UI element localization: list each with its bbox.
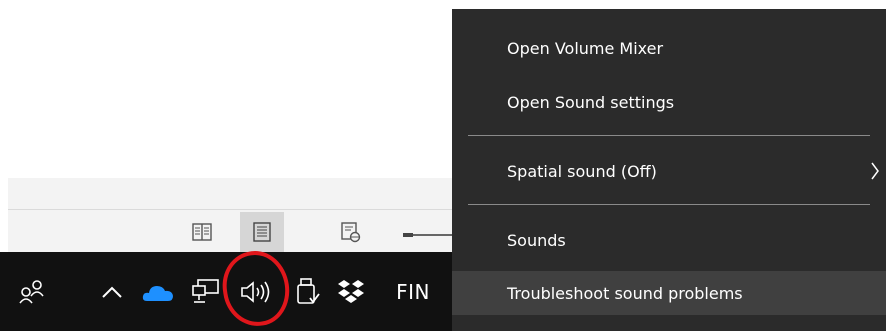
- show-hidden-icons-button[interactable]: [96, 274, 128, 310]
- language-code: FIN: [396, 280, 430, 304]
- menu-item-open-volume-mixer[interactable]: Open Volume Mixer: [452, 26, 886, 70]
- dropbox-button[interactable]: [334, 274, 368, 310]
- onedrive-cloud-icon: [142, 286, 173, 301]
- volume-button[interactable]: [238, 274, 274, 310]
- menu-item-spatial-sound[interactable]: Spatial sound (Off): [452, 149, 886, 193]
- web-layout-icon: [341, 222, 361, 243]
- menu-item-label: Open Volume Mixer: [507, 38, 664, 58]
- dropbox-icon: [338, 280, 364, 303]
- network-button[interactable]: [188, 274, 224, 310]
- read-mode-button[interactable]: [180, 212, 224, 252]
- read-mode-icon: [192, 223, 212, 241]
- menu-separator: [468, 135, 870, 136]
- zoom-slider[interactable]: [403, 233, 458, 237]
- taskbar: FIN: [0, 252, 452, 331]
- show-hidden-icons-chevron: [102, 286, 122, 298]
- menu-item-label: Spatial sound (Off): [507, 161, 657, 181]
- menu-item-sounds[interactable]: Sounds: [452, 218, 886, 262]
- document-status-bar: [8, 178, 458, 252]
- input-language-indicator[interactable]: FIN: [388, 274, 438, 310]
- menu-item-label: Open Sound settings: [507, 92, 675, 112]
- print-layout-button[interactable]: [240, 212, 284, 252]
- network-icon: [192, 279, 219, 303]
- web-layout-button[interactable]: [328, 212, 372, 252]
- menu-item-open-sound-settings[interactable]: Open Sound settings: [452, 80, 886, 124]
- chevron-right-icon: [870, 149, 880, 193]
- safely-remove-hardware-button[interactable]: [292, 274, 324, 310]
- menu-item-label: Sounds: [507, 230, 566, 250]
- people-icon: [19, 280, 44, 304]
- sound-context-menu: Open Volume Mixer Open Sound settings Sp…: [452, 9, 886, 331]
- onedrive-button[interactable]: [140, 274, 176, 310]
- menu-item-troubleshoot-sound-problems[interactable]: Troubleshoot sound problems: [452, 271, 886, 315]
- status-bar-divider: [8, 209, 458, 210]
- menu-item-label: Troubleshoot sound problems: [507, 283, 743, 303]
- volume-speaker-icon: [241, 281, 270, 303]
- menu-separator: [468, 204, 870, 205]
- usb-safely-remove-icon: [297, 278, 320, 304]
- people-button[interactable]: [14, 274, 50, 310]
- print-layout-icon: [253, 222, 271, 242]
